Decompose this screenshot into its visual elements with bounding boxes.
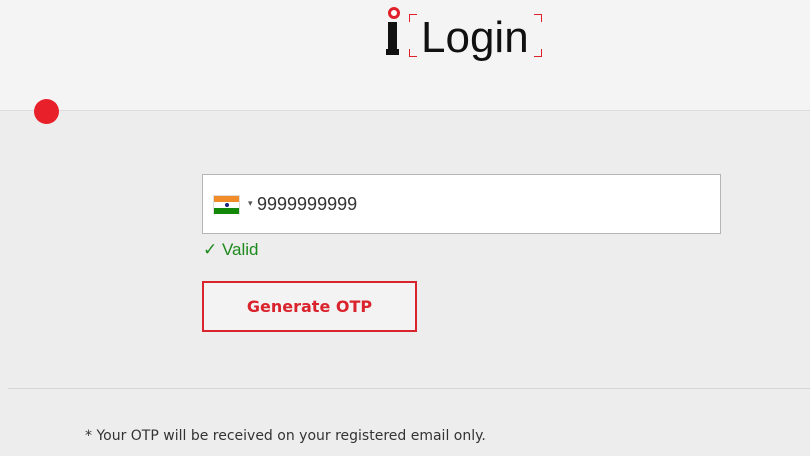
india-flag-icon	[213, 195, 240, 214]
otp-note: * Your OTP will be received on your regi…	[85, 428, 486, 444]
generate-otp-button[interactable]: Generate OTP	[202, 281, 417, 332]
logo-i-icon	[386, 5, 400, 61]
chevron-down-icon: ▾	[248, 198, 253, 208]
ilogin-logo: Login	[386, 5, 546, 67]
red-dot-icon	[34, 99, 59, 124]
header: Login	[0, 0, 810, 110]
logo-text: Login	[421, 13, 529, 62]
validation-status: ✓ Valid	[203, 240, 259, 259]
divider	[8, 388, 810, 389]
phone-input[interactable]	[257, 189, 697, 219]
country-selector[interactable]: ▾	[213, 195, 259, 215]
phone-field: ▾	[202, 174, 721, 234]
